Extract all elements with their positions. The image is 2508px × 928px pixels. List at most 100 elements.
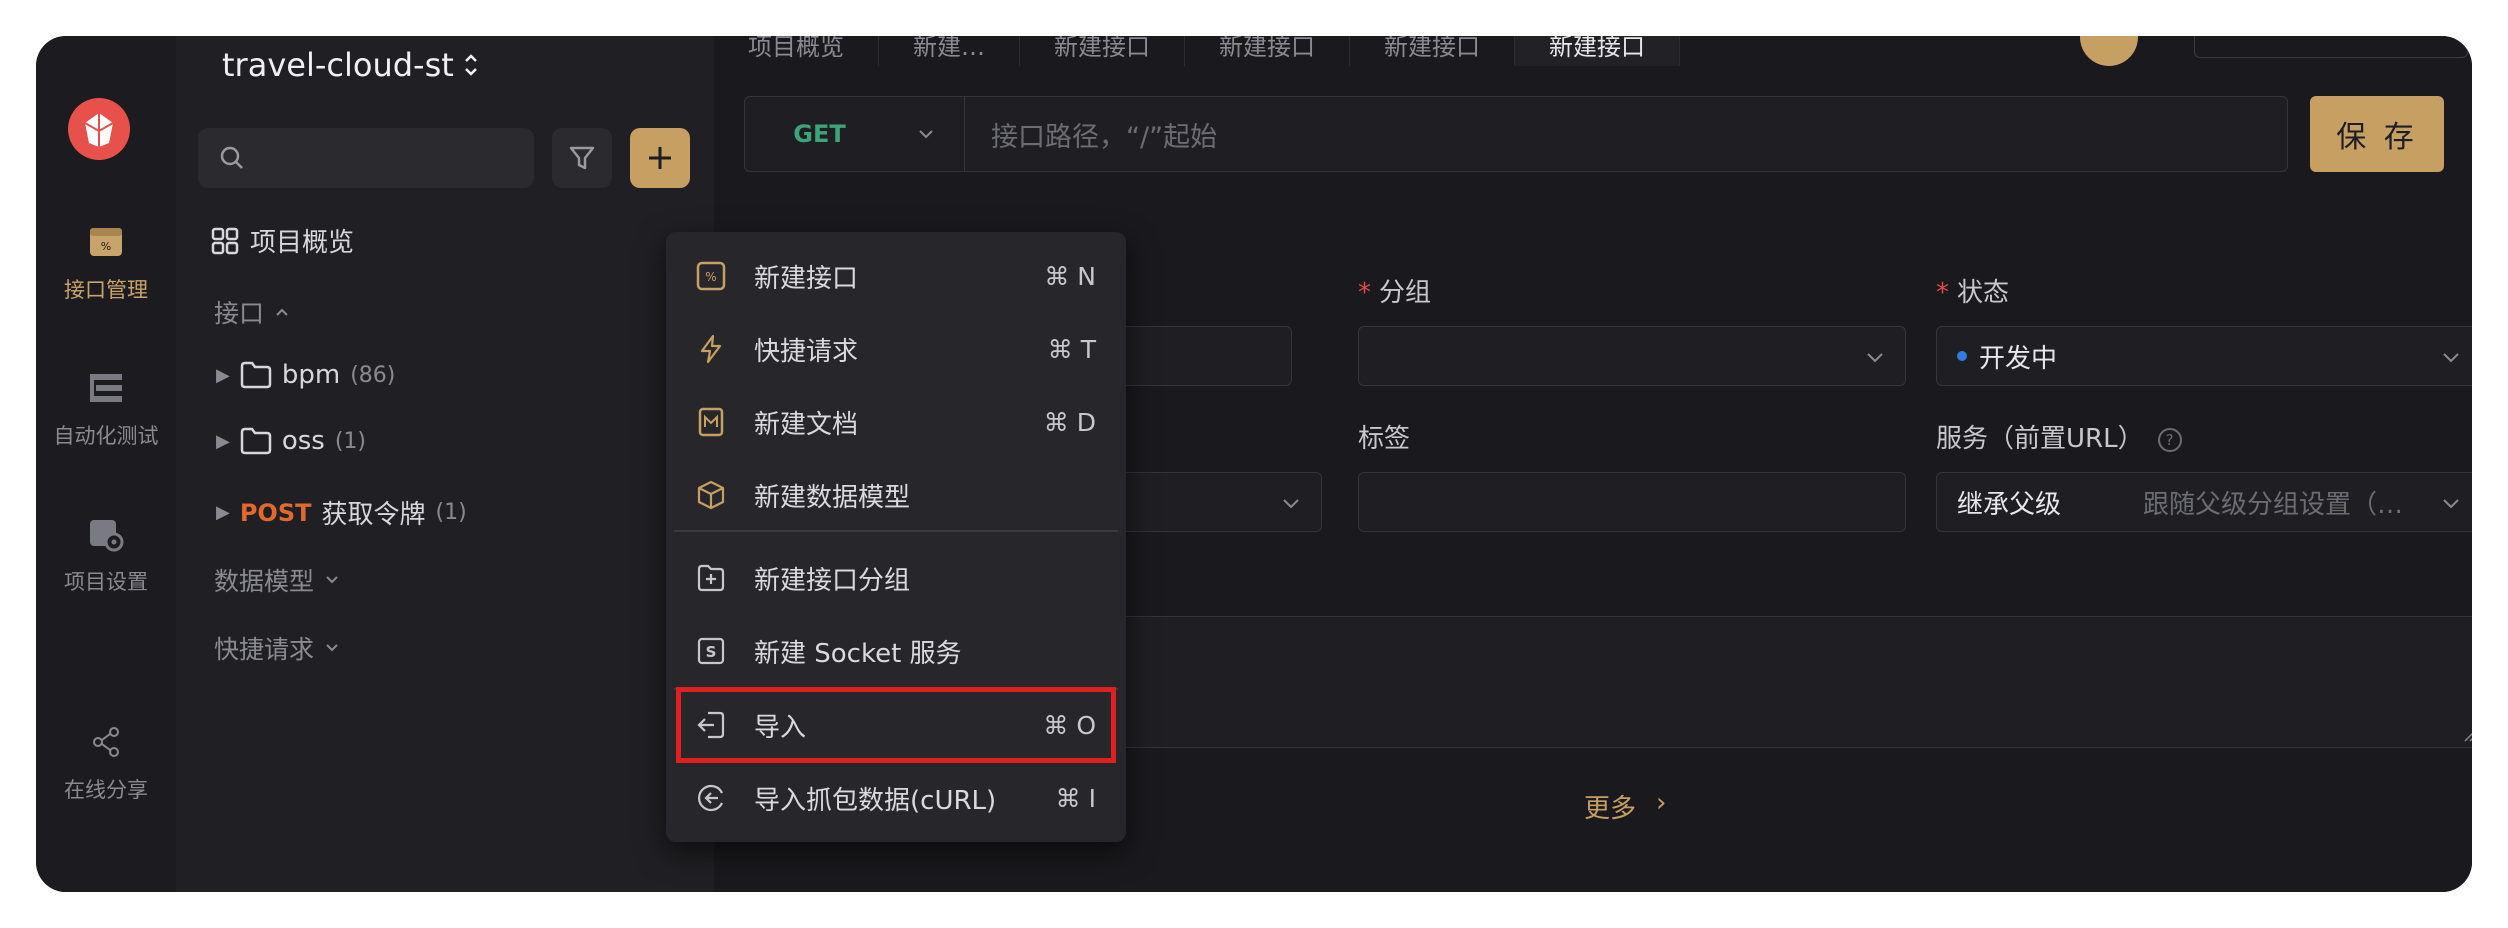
status-label: * 状态 bbox=[1936, 278, 2010, 308]
caret-right-icon[interactable]: ▶ bbox=[216, 365, 230, 386]
status-dot-icon bbox=[1957, 351, 1967, 361]
cube-icon bbox=[694, 478, 728, 512]
status-select[interactable]: 开发中 bbox=[1936, 326, 2472, 386]
endpoint-name: 获取令牌 bbox=[321, 500, 426, 530]
menu-item-new-data-model[interactable]: 新建数据模型 bbox=[666, 463, 1126, 527]
tags-input[interactable] bbox=[1358, 472, 1906, 532]
add-menu-dropdown: % 新建接口 ⌘ N 快捷请求 ⌘ T 新建文档 ⌘ D 新建数据模型 新建接口… bbox=[666, 232, 1126, 842]
tree-search-input[interactable] bbox=[198, 128, 534, 188]
endpoint-count: (1) bbox=[435, 500, 467, 525]
url-input[interactable]: 接口路径，“/”起始 bbox=[991, 97, 1217, 171]
new-api-icon: % bbox=[694, 259, 728, 293]
left-rail: % 接口管理 自动化测试 项目设置 在线分享 bbox=[36, 36, 176, 892]
tree-section-quick-requests[interactable]: 快捷请求 bbox=[214, 630, 340, 666]
project-switcher[interactable]: travel-cloud-st bbox=[222, 46, 480, 84]
url-bar: GET 接口路径，“/”起始 bbox=[744, 96, 2288, 172]
chevron-down-icon bbox=[2443, 353, 2459, 363]
chevron-down-icon bbox=[919, 130, 933, 139]
service-select[interactable]: 继承父级 跟随父级分组设置（… bbox=[1936, 472, 2472, 532]
app-logo[interactable] bbox=[68, 98, 130, 160]
tab-project-overview[interactable]: 项目概览 bbox=[714, 36, 879, 66]
method-select[interactable]: GET bbox=[745, 97, 965, 171]
folder-icon bbox=[240, 427, 272, 455]
menu-item-quick-request[interactable]: 快捷请求 ⌘ T bbox=[666, 317, 1126, 381]
caret-right-icon[interactable]: ▶ bbox=[216, 502, 230, 523]
tree-item-label: 项目概览 bbox=[250, 228, 355, 258]
tree-endpoint-get-token[interactable]: ▶ POST 获取令牌 (1) bbox=[216, 494, 467, 531]
service-label: 服务（前置URL）? bbox=[1936, 418, 2182, 455]
menu-item-import-curl[interactable]: 导入抓包数据(cURL) ⌘ I bbox=[666, 766, 1126, 830]
more-link[interactable]: 更多 › bbox=[1584, 788, 1666, 825]
grid-icon bbox=[211, 227, 239, 254]
chevron-down-icon bbox=[326, 644, 338, 652]
rail-item-automation[interactable]: 自动化测试 bbox=[36, 368, 176, 450]
tab-new-api[interactable]: 新建接口 bbox=[1350, 36, 1515, 66]
highlight-box bbox=[676, 687, 1116, 763]
filter-icon bbox=[569, 146, 595, 170]
method-badge: POST bbox=[239, 498, 312, 527]
menu-item-new-api[interactable]: % 新建接口 ⌘ N bbox=[666, 244, 1126, 308]
chevron-down-icon bbox=[326, 576, 338, 584]
add-button[interactable] bbox=[630, 128, 690, 188]
tags-label: 标签 bbox=[1358, 424, 1411, 454]
svg-text:S: S bbox=[706, 643, 717, 661]
menu-item-new-doc[interactable]: 新建文档 ⌘ D bbox=[666, 390, 1126, 454]
menu-item-new-socket-service[interactable]: S 新建 Socket 服务 bbox=[666, 619, 1126, 683]
service-value: 继承父级 bbox=[1957, 489, 2062, 520]
service-hint: 跟随父级分组设置（… bbox=[2143, 489, 2404, 520]
tab-bar: 项目概览 新建… 新建接口 新建接口 新建接口 新建接口 bbox=[714, 36, 1680, 66]
folder-name: oss bbox=[281, 426, 325, 456]
search-icon bbox=[220, 146, 243, 169]
chevron-down-icon bbox=[2443, 499, 2459, 509]
folder-count: (1) bbox=[334, 428, 367, 454]
save-button[interactable]: 保 存 bbox=[2310, 96, 2444, 172]
api-icon: % bbox=[86, 222, 126, 262]
section-label: 数据模型 bbox=[214, 567, 315, 596]
section-label: 快捷请求 bbox=[214, 635, 315, 664]
rail-item-online-share[interactable]: 在线分享 bbox=[36, 722, 176, 804]
caret-right-icon[interactable]: ▶ bbox=[216, 431, 230, 452]
filter-button[interactable] bbox=[552, 128, 612, 188]
share-icon bbox=[86, 722, 126, 762]
svg-text:%: % bbox=[705, 270, 716, 284]
avatar[interactable] bbox=[2080, 36, 2138, 66]
group-label: * 分组 bbox=[1358, 278, 1432, 308]
rail-item-project-settings[interactable]: 项目设置 bbox=[36, 514, 176, 596]
section-label: 接口 bbox=[214, 299, 265, 328]
chevron-down-icon bbox=[1283, 499, 1299, 509]
tab-new-api-active[interactable]: 新建接口 bbox=[1515, 36, 1680, 66]
tree-folder-oss[interactable]: ▶ oss (1) bbox=[216, 426, 366, 456]
folder-count: (86) bbox=[350, 362, 396, 388]
curl-import-icon bbox=[694, 781, 728, 815]
help-icon[interactable]: ? bbox=[2157, 427, 2182, 452]
tree-section-api[interactable]: 接口 bbox=[214, 294, 290, 330]
environment-select[interactable] bbox=[2194, 36, 2468, 58]
chevron-up-icon bbox=[276, 308, 288, 316]
method-value: GET bbox=[793, 120, 846, 148]
chevron-down-icon bbox=[1867, 353, 1883, 363]
markdown-doc-icon bbox=[694, 405, 728, 439]
group-select[interactable] bbox=[1358, 326, 1906, 386]
tree-item-project-overview[interactable]: 项目概览 bbox=[210, 222, 354, 259]
updown-chevron-icon bbox=[464, 54, 477, 76]
resize-handle-icon[interactable] bbox=[2461, 727, 2472, 743]
project-name: travel-cloud-st bbox=[222, 46, 454, 84]
logo-icon bbox=[84, 113, 114, 147]
settings-icon bbox=[86, 514, 126, 554]
lightning-icon bbox=[694, 332, 728, 366]
app-window: % 接口管理 自动化测试 项目设置 在线分享 travel-cloud-st 项… bbox=[36, 36, 2472, 892]
svg-text:%: % bbox=[101, 240, 111, 253]
menu-item-new-api-group[interactable]: 新建接口分组 bbox=[666, 546, 1126, 610]
socket-icon: S bbox=[694, 634, 728, 668]
tree-section-data-models[interactable]: 数据模型 bbox=[214, 562, 340, 598]
automation-icon bbox=[86, 368, 126, 408]
chevron-right-icon: › bbox=[1656, 788, 1667, 818]
status-value: 开发中 bbox=[1957, 327, 2057, 385]
api-tree-panel: travel-cloud-st 项目概览 接口 ▶ bpm (86) ▶ oss… bbox=[176, 36, 714, 892]
tab-new-api[interactable]: 新建接口 bbox=[1020, 36, 1185, 66]
tab-new-api[interactable]: 新建接口 bbox=[1185, 36, 1350, 66]
menu-divider bbox=[674, 530, 1118, 532]
tree-folder-bpm[interactable]: ▶ bpm (86) bbox=[216, 360, 395, 390]
rail-item-api-management[interactable]: % 接口管理 bbox=[36, 222, 176, 304]
tab-new[interactable]: 新建… bbox=[879, 36, 1020, 66]
